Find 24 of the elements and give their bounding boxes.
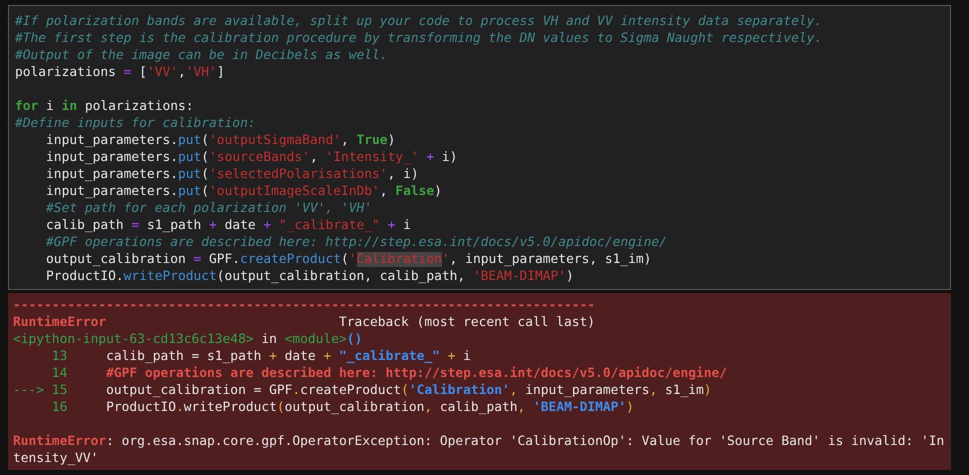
code-line: input_parameters.put('selectedPolarisations', i) xyxy=(45,166,420,183)
code-line: input_parameters.put('sourceBands', 'Intensity_' + i) xyxy=(45,149,458,166)
traceback-line: --------------------------------------------------------------------------- xyxy=(13,297,596,314)
code-line: ProductIO.writeProduct(output_calibration, calib_path, 'BEAM-DIMAP') xyxy=(45,268,575,285)
traceback-line: <ipython-input-63-cd13c6c13e48> in <module>() xyxy=(13,331,364,348)
code-line: #Output of the image can be in Decibels as well. xyxy=(15,47,389,64)
code-line: #Set path for each polarization 'VV', 'VH' xyxy=(45,200,373,217)
code-line: polarizations = ['VV','VH'] xyxy=(15,64,226,81)
traceback-line: 14 #GPF operations are described here: http://step.esa.int/docs/v5.0/apidoc/engine/ xyxy=(50,365,728,382)
code-line: #The first step is the calibration procedure by transforming the DN values to Sigma Naught respectively. xyxy=(15,30,824,47)
code-line: calib_path = s1_path + date + "_calibrate_" + i xyxy=(45,217,412,234)
code-line: #GPF operations are described here: http://step.esa.int/docs/v5.0/apidoc/engine/ xyxy=(45,234,668,251)
code-line: for i in polarizations: xyxy=(15,98,195,115)
code-cell[interactable] xyxy=(8,5,951,290)
traceback-line: ---> 15 output_calibration = GPF.createProduct('Calibration', input_parameters, s1_im) xyxy=(13,382,713,399)
code-line: #Define inputs for calibration: xyxy=(15,115,257,132)
code-line: input_parameters.put('outputSigmaBand', True) xyxy=(45,132,396,149)
traceback-line: 16 ProductIO.writeProduct(output_calibration, calib_path, 'BEAM-DIMAP') xyxy=(50,399,635,416)
code-line: input_parameters.put('outputImageScaleInDb', False) xyxy=(45,183,443,200)
code-line: output_calibration = GPF.createProduct('Calibration', input_parameters, s1_im) xyxy=(45,251,652,268)
code-line: #If polarization bands are available, split up your code to process VH and VV intensity data separately. xyxy=(15,13,824,30)
traceback-line: RuntimeError: org.esa.snap.core.gpf.OperatorException: Operator 'CalibrationOp': Value for 'Source Band' is invalid: 'Intensity_VV' xyxy=(13,433,946,467)
traceback-line: 13 calib_path = s1_path + date + "_calibrate_" + i xyxy=(50,348,472,365)
traceback-line: RuntimeError Traceback (most recent call last) xyxy=(13,314,596,331)
